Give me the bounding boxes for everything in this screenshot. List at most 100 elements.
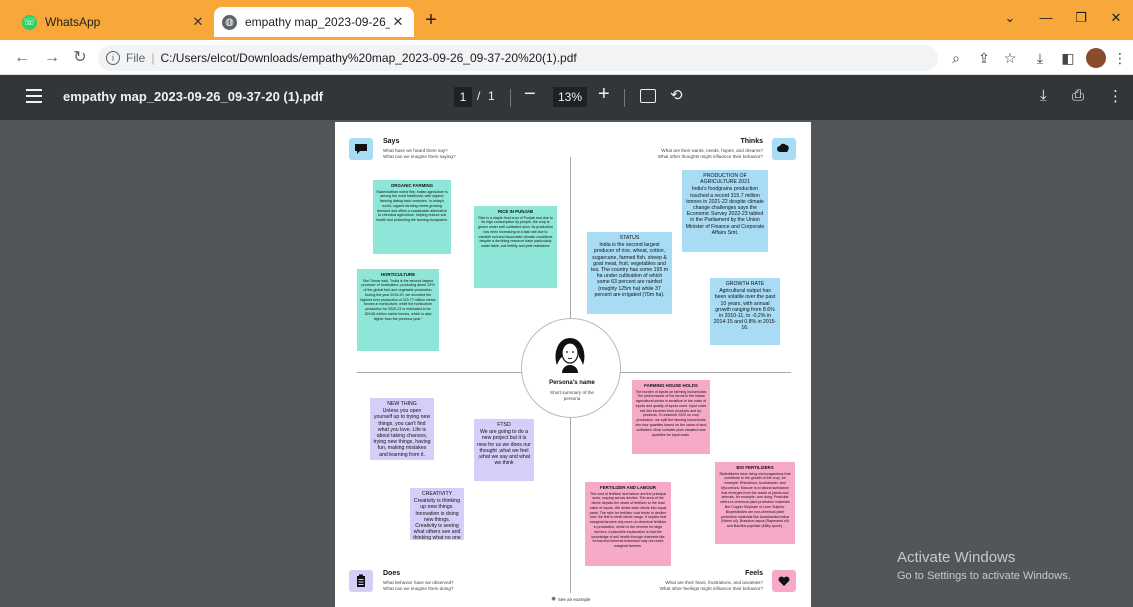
- share-icon[interactable]: ⇪: [974, 48, 994, 68]
- url-separator: |: [151, 51, 155, 65]
- note-body: Agricultural output has been volatile ov…: [713, 288, 777, 332]
- thought-cloud-icon: [772, 138, 796, 160]
- address-bar: ← → ↻ i File | C:/Users/elcot/Downloads/…: [0, 40, 1133, 75]
- whatsapp-icon: ☏: [22, 14, 37, 30]
- sticky-note-farming-households: FARMING HOUSE HOLDS The burden of inputs…: [632, 380, 710, 454]
- note-body: Rice is a staple food crop of Punjab and…: [477, 215, 554, 249]
- thinks-title: Thinks: [740, 138, 763, 145]
- url-field[interactable]: i File | C:/Users/elcot/Downloads/empath…: [98, 45, 938, 71]
- more-options-icon[interactable]: ⋮: [1108, 87, 1123, 105]
- note-title: FTSD: [497, 422, 511, 428]
- note-title: GROWTH RATE: [725, 281, 765, 287]
- print-icon[interactable]: ⎙: [1072, 87, 1084, 104]
- feels-question: What other feelings might influence thei…: [659, 586, 763, 591]
- see-example-link[interactable]: ◉ See an example: [541, 594, 601, 604]
- note-body: We are going to do a new project but it …: [477, 429, 531, 467]
- sticky-note-rice-in-punjab: RICE IN PUNJAB Rice is a staple food cro…: [474, 206, 557, 288]
- persona-card: Persona's name Short summary of the pers…: [521, 318, 621, 418]
- note-body: The cost of fertilizer and labour are th…: [589, 491, 667, 549]
- sticky-note-horticulture: HORTICULTURE Shri Tomar said, "India is …: [357, 269, 439, 351]
- browser-menu-icon[interactable]: ⋮: [1110, 48, 1130, 68]
- page-number-input[interactable]: 1: [454, 87, 472, 107]
- tab-strip: ☏ WhatsApp ✕ ◍ empathy map_2023-09-26_09…: [0, 0, 1133, 40]
- tab-pdf[interactable]: ◍ empathy map_2023-09-26_09-37-20 (1).pd…: [214, 7, 414, 37]
- zoom-out-button[interactable]: −: [524, 83, 536, 106]
- thinks-question: What other thoughts might influence thei…: [657, 154, 763, 159]
- speech-bubble-icon: [349, 138, 373, 160]
- sticky-note-production: PRODUCTION OF AGRICULTURE 2021 India's f…: [682, 170, 768, 252]
- note-body: India's foodgrains production touched a …: [685, 186, 765, 236]
- restore-button[interactable]: ❐: [1071, 10, 1091, 30]
- zoom-level-input[interactable]: 13%: [553, 87, 587, 107]
- url-scheme: File: [126, 51, 146, 65]
- rotate-icon[interactable]: ⟲: [670, 86, 683, 104]
- sticky-note-organic-farming: ORGANIC FARMING Swaminathan noted this: …: [373, 180, 451, 254]
- download-icon[interactable]: ⤓: [1040, 87, 1047, 104]
- menu-icon[interactable]: [26, 89, 42, 103]
- note-body: The burden of inputs on farming househol…: [635, 389, 707, 437]
- sticky-note-creativity: CREATIVITY Creativity is thinking up new…: [410, 488, 464, 540]
- does-title: Does: [383, 570, 401, 577]
- url-text: C:/Users/elcot/Downloads/empathy%20map_2…: [160, 51, 577, 65]
- activation-watermark-title: Activate Windows: [897, 549, 1016, 566]
- does-question: What can we imagine them doing?: [383, 586, 454, 591]
- tab-search-icon[interactable]: ⌄: [1000, 10, 1020, 30]
- sticky-note-new-thing: NEW THING Unless you open yourself up to…: [370, 398, 434, 460]
- note-body: Biofertilizers have living microorganism…: [719, 471, 791, 529]
- see-example-text: See an example: [557, 596, 591, 602]
- note-body: India is the second largest producer of …: [590, 242, 669, 298]
- note-title: FERTILIZER AND LABOUR: [600, 485, 656, 490]
- heart-icon: [772, 570, 796, 592]
- close-window-button[interactable]: ✕: [1106, 10, 1126, 30]
- pdf-page: Says What have we heard them say? What c…: [335, 122, 811, 607]
- note-body: Creativity is thinking up new things. In…: [413, 498, 461, 540]
- eye-icon: ◉: [551, 596, 556, 602]
- divider: [510, 89, 511, 107]
- divider: [624, 89, 625, 107]
- feels-title: Feels: [745, 570, 763, 577]
- sticky-note-fertilizer-labour: FERTILIZER AND LABOUR The cost of fertil…: [585, 482, 671, 566]
- tab-title: WhatsApp: [45, 15, 101, 29]
- note-title: NEW THING: [387, 401, 417, 407]
- back-button[interactable]: ←: [12, 48, 32, 68]
- persona-name: Persona's name: [549, 380, 595, 386]
- bookmark-star-icon[interactable]: ☆: [1000, 48, 1020, 68]
- page-total: 1: [488, 89, 495, 103]
- profile-avatar[interactable]: [1086, 48, 1106, 68]
- zoom-in-button[interactable]: +: [598, 83, 610, 106]
- forward-button[interactable]: →: [42, 48, 62, 68]
- new-tab-button[interactable]: +: [420, 10, 442, 32]
- sticky-note-status: STATUS India is the second largest produ…: [587, 232, 672, 314]
- note-title: ORGANIC FARMING: [390, 183, 434, 188]
- note-title: RICE IN PUNJAB: [497, 209, 534, 214]
- says-title: Says: [383, 138, 400, 145]
- close-icon[interactable]: ✕: [390, 14, 406, 30]
- side-panel-icon[interactable]: ◧: [1058, 48, 1078, 68]
- note-title: FARMING HOUSE HOLDS: [644, 383, 698, 388]
- sticky-note-bio-fertilizers: BIO FERTILIZERS Biofertilizers have livi…: [715, 462, 795, 544]
- note-body: Swaminathan noted this: Indian agricultu…: [376, 189, 448, 223]
- says-question: What can we imagine them saying?: [383, 154, 456, 159]
- minimize-button[interactable]: —: [1036, 10, 1056, 30]
- note-title: HORTICULTURE: [380, 272, 416, 277]
- globe-icon: ◍: [222, 14, 237, 30]
- pdf-toolbar: empathy map_2023-09-26_09-37-20 (1).pdf …: [0, 75, 1133, 120]
- fit-page-icon[interactable]: [640, 89, 656, 103]
- persona-avatar-icon: [555, 338, 585, 373]
- download-icon[interactable]: ⤓: [1030, 48, 1050, 68]
- clipboard-icon: [349, 570, 373, 592]
- note-title: PRODUCTION OF AGRICULTURE 2021: [700, 173, 750, 186]
- activation-watermark-subtitle: Go to Settings to activate Windows.: [897, 570, 1071, 582]
- note-title: BIO FERTILIZERS: [736, 465, 774, 470]
- tab-title: empathy map_2023-09-26_09-37-20 (1).pdf: [245, 15, 390, 29]
- reload-button[interactable]: ↻: [70, 48, 90, 68]
- pdf-title: empathy map_2023-09-26_09-37-20 (1).pdf: [63, 89, 324, 104]
- close-icon[interactable]: ✕: [190, 14, 206, 30]
- tab-whatsapp[interactable]: ☏ WhatsApp ✕: [14, 7, 214, 37]
- persona-summary: Short summary of the persona: [550, 390, 594, 401]
- sticky-note-ftsd: FTSD We are going to do a new project bu…: [474, 419, 534, 481]
- note-title: CREATIVITY: [421, 491, 453, 497]
- sticky-note-growth-rate: GROWTH RATE Agricultural output has been…: [710, 278, 780, 345]
- info-icon[interactable]: i: [106, 51, 120, 65]
- zoom-icon[interactable]: ⌕: [946, 48, 966, 68]
